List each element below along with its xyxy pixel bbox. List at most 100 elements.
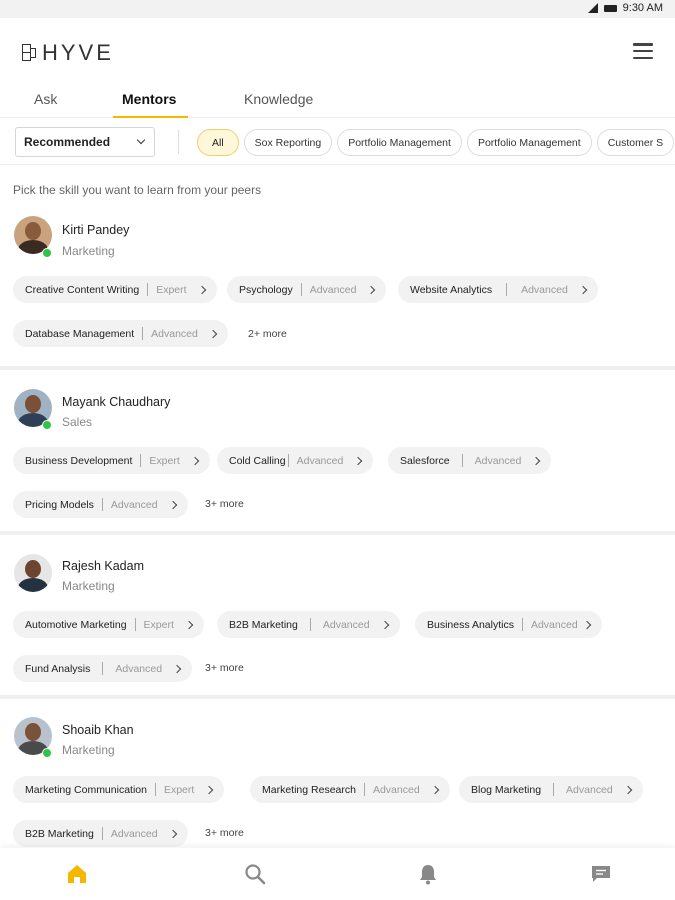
skill-chip[interactable]: Psychology Advanced bbox=[227, 276, 387, 303]
filter-chip-all[interactable]: All bbox=[197, 129, 239, 156]
logo-mark-icon bbox=[22, 44, 40, 62]
skill-chip[interactable]: B2B Marketing Advanced bbox=[217, 611, 400, 638]
app-logo: HYVE bbox=[22, 40, 114, 66]
skill-name: Database Management bbox=[25, 327, 135, 340]
skill-chip[interactable]: Automotive Marketing Expert bbox=[13, 611, 204, 638]
skill-chip[interactable]: Cold Calling Advanced bbox=[217, 447, 374, 474]
skill-name: Marketing Research bbox=[262, 783, 356, 796]
skill-chip[interactable]: Website Analytics Advanced bbox=[398, 276, 598, 303]
skill-chip[interactable]: Business Analytics Advanced bbox=[415, 611, 602, 638]
card-divider bbox=[0, 531, 675, 535]
battery-icon bbox=[603, 4, 617, 12]
chevron-right-icon bbox=[430, 785, 439, 794]
chevron-right-icon bbox=[205, 785, 214, 794]
sort-dropdown-value: Recommended bbox=[24, 135, 111, 149]
avatar bbox=[14, 554, 52, 592]
filter-chip[interactable]: Portfolio Management bbox=[466, 129, 592, 156]
tab-ask[interactable]: Ask bbox=[34, 91, 57, 107]
skill-chip[interactable]: Pricing Models Advanced bbox=[13, 491, 188, 518]
mentor-role: Marketing bbox=[62, 579, 115, 593]
skill-level: Advanced bbox=[115, 662, 163, 675]
chevron-right-icon bbox=[354, 456, 363, 465]
card-divider bbox=[0, 366, 675, 370]
skill-chip[interactable]: Marketing Research Advanced bbox=[250, 776, 450, 803]
mentor-role: Sales bbox=[62, 415, 93, 429]
chevron-right-icon bbox=[380, 620, 389, 629]
chevron-right-icon bbox=[367, 285, 376, 294]
skill-level: Expert bbox=[156, 283, 187, 296]
more-skills-link[interactable]: 3+ more bbox=[205, 827, 244, 839]
skill-chip[interactable]: B2B Marketing Advanced bbox=[13, 820, 188, 847]
chevron-right-icon bbox=[582, 620, 591, 629]
skill-chip[interactable]: Salesforce Advanced bbox=[388, 447, 552, 474]
sort-dropdown[interactable]: Recommended bbox=[15, 127, 155, 157]
skill-name: Salesforce bbox=[400, 454, 450, 467]
skill-level: Advanced bbox=[296, 454, 344, 467]
skill-level: Expert bbox=[149, 454, 180, 467]
skill-level: Advanced bbox=[309, 283, 357, 296]
skill-level: Advanced bbox=[322, 618, 370, 631]
bottom-navigation bbox=[0, 848, 675, 900]
skill-chip[interactable]: Marketing Communication Expert bbox=[13, 776, 225, 803]
skill-level: Advanced bbox=[110, 827, 158, 840]
status-time: 9:30 AM bbox=[622, 2, 663, 14]
skill-level: Expert bbox=[163, 783, 195, 796]
skill-level: Advanced bbox=[474, 454, 522, 467]
skill-chip[interactable]: Business Development Expert bbox=[13, 447, 210, 474]
skill-filter-chips: All Sox Reporting Portfolio Management P… bbox=[197, 129, 675, 156]
online-status-dot bbox=[42, 748, 52, 758]
mentor-role: Marketing bbox=[62, 743, 115, 757]
skill-name: B2B Marketing bbox=[229, 618, 298, 631]
skill-level: Advanced bbox=[530, 618, 578, 631]
hint-text: Pick the skill you want to learn from yo… bbox=[13, 183, 262, 197]
skill-name: B2B Marketing bbox=[25, 827, 94, 840]
chevron-right-icon bbox=[532, 456, 541, 465]
skill-level: Advanced bbox=[151, 327, 198, 340]
chevron-right-icon bbox=[208, 329, 218, 338]
skill-level: Expert bbox=[143, 618, 174, 631]
signal-icon bbox=[587, 3, 598, 13]
skill-chip[interactable]: Creative Content Writing Expert bbox=[13, 276, 217, 303]
more-skills-link[interactable]: 3+ more bbox=[205, 498, 244, 510]
card-divider bbox=[0, 695, 675, 699]
skill-chip[interactable]: Database Management Advanced bbox=[13, 320, 228, 347]
skill-name: Business Development bbox=[25, 454, 133, 467]
chevron-right-icon bbox=[578, 285, 588, 294]
skill-name: Automotive Marketing bbox=[25, 618, 127, 631]
search-icon[interactable] bbox=[243, 862, 267, 886]
skill-level: Advanced bbox=[521, 283, 568, 296]
skill-chip[interactable]: Fund Analysis Advanced bbox=[13, 655, 193, 682]
filter-bar: Recommended All Sox Reporting Portfolio … bbox=[0, 118, 675, 165]
more-skills-link[interactable]: 3+ more bbox=[205, 662, 244, 674]
filter-chip[interactable]: Portfolio Management bbox=[337, 129, 462, 156]
chevron-right-icon bbox=[184, 620, 194, 629]
skill-name: Marketing Communication bbox=[25, 783, 147, 796]
skill-level: Advanced bbox=[566, 783, 613, 796]
skill-chip[interactable]: Blog Marketing Advanced bbox=[459, 776, 643, 803]
tab-knowledge[interactable]: Knowledge bbox=[244, 91, 313, 107]
bell-icon[interactable] bbox=[416, 862, 440, 886]
home-icon[interactable] bbox=[65, 862, 89, 886]
divider bbox=[178, 130, 179, 154]
chat-icon[interactable] bbox=[589, 862, 613, 886]
chevron-right-icon bbox=[197, 285, 206, 294]
chevron-right-icon bbox=[172, 664, 182, 673]
chevron-right-icon bbox=[623, 785, 632, 794]
more-skills-link[interactable]: 2+ more bbox=[248, 328, 287, 340]
chevron-right-icon bbox=[168, 500, 177, 509]
skill-level: Advanced bbox=[372, 783, 420, 796]
skill-level: Advanced bbox=[110, 498, 158, 511]
tab-bar: Ask Mentors Knowledge bbox=[0, 84, 675, 118]
skill-name: Business Analytics bbox=[427, 618, 514, 631]
filter-chip[interactable]: Sox Reporting bbox=[243, 129, 333, 156]
filter-chip[interactable]: Customer S bbox=[596, 129, 675, 156]
chevron-right-icon bbox=[168, 829, 177, 838]
skill-name: Fund Analysis bbox=[25, 662, 91, 675]
online-status-dot bbox=[42, 248, 52, 258]
status-bar: 9:30 AM bbox=[0, 0, 675, 18]
hamburger-menu-icon[interactable] bbox=[633, 43, 653, 59]
skill-name: Creative Content Writing bbox=[25, 283, 140, 296]
tab-mentors[interactable]: Mentors bbox=[122, 91, 176, 107]
skill-name: Blog Marketing bbox=[471, 783, 542, 796]
mentor-name: Mayank Chaudhary bbox=[62, 395, 171, 409]
